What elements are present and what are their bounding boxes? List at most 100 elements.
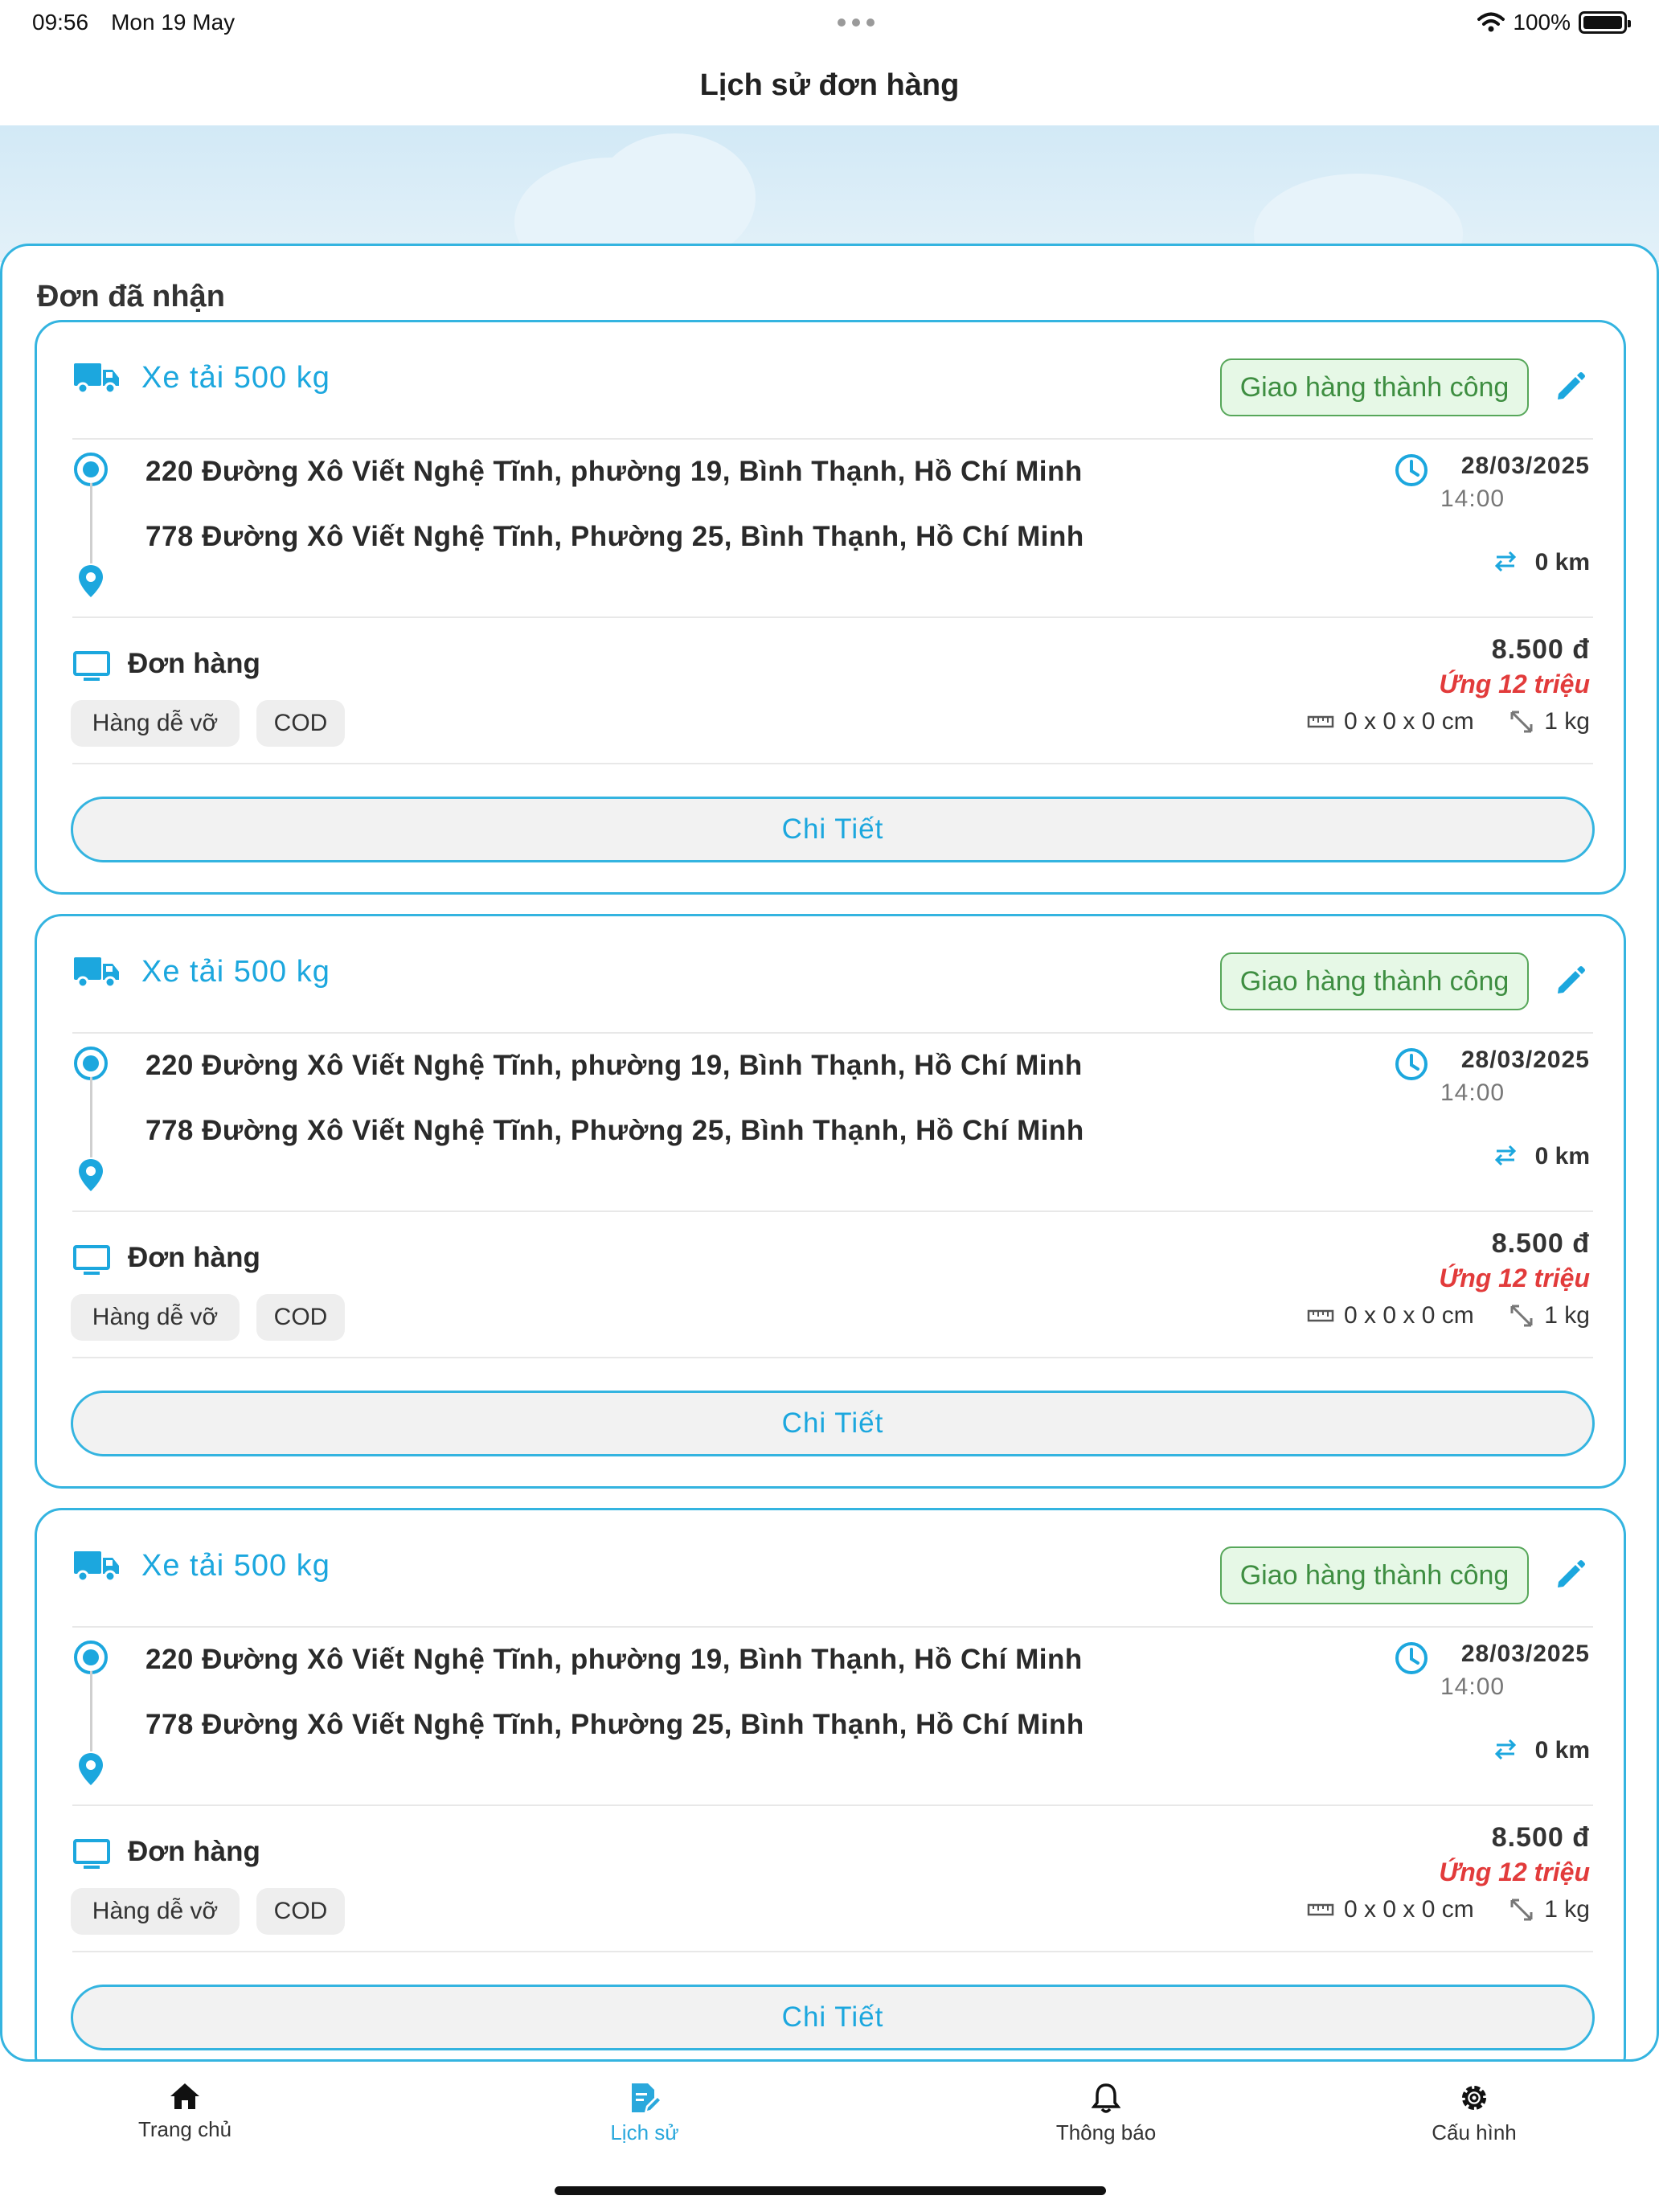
resize-arrows-icon <box>1510 711 1533 733</box>
gear-icon <box>1462 2086 1486 2110</box>
swap-arrows-icon <box>1492 551 1519 576</box>
divider <box>72 1626 1593 1628</box>
order-date: 28/03/2025 <box>1460 1641 1590 1667</box>
ruler-icon <box>1307 1309 1334 1322</box>
divider <box>72 1804 1593 1806</box>
tag-cod: COD <box>256 1888 345 1935</box>
dropoff-address: 778 Đường Xô Viết Nghệ Tĩnh, Phường 25, … <box>145 1115 1084 1146</box>
order-time: 14:00 <box>1440 485 1505 512</box>
resize-arrows-icon <box>1510 1899 1533 1921</box>
order-card[interactable]: Xe tải 500 kg Giao hàng thành công 220 Đ… <box>35 914 1626 1489</box>
truck-icon <box>72 1550 121 1583</box>
home-icon <box>170 2083 199 2109</box>
status-badge: Giao hàng thành công <box>1220 1546 1529 1604</box>
status-time: 09:56 <box>32 10 89 35</box>
dimensions: 0 x 0 x 0 cm <box>1307 1896 1474 1923</box>
package-label: Đơn hàng <box>128 1242 260 1273</box>
weight-value: 1 kg <box>1544 1302 1590 1329</box>
dropoff-address: 778 Đường Xô Viết Nghệ Tĩnh, Phường 25, … <box>145 521 1084 552</box>
sky-background <box>0 125 1659 262</box>
ruler-icon <box>1307 1903 1334 1916</box>
home-indicator[interactable] <box>555 2186 1106 2195</box>
swap-arrows-icon <box>1492 1739 1519 1763</box>
distance: 0 km <box>1534 1143 1590 1169</box>
cash-advance: Ứng 12 triệu <box>1439 670 1590 698</box>
map-pin-icon <box>77 1751 104 1791</box>
detail-button[interactable]: Chi Tiết <box>71 1985 1595 2050</box>
vehicle-type: Xe tải 500 kg <box>141 361 330 395</box>
orders-panel[interactable]: Đơn đã nhận Xe tải 500 kg Giao hàng thàn… <box>0 244 1659 2062</box>
weight-value: 1 kg <box>1544 708 1590 735</box>
tag-fragile: Hàng dễ vỡ <box>71 700 240 747</box>
swap-arrows-icon <box>1492 1145 1519 1169</box>
distance: 0 km <box>1534 1737 1590 1763</box>
battery-percent: 100% <box>1513 10 1571 35</box>
divider <box>72 438 1593 440</box>
nav-label-home: Trang chủ <box>137 2117 232 2141</box>
route-line <box>90 1671 92 1751</box>
resize-arrows-icon <box>1510 1305 1533 1327</box>
bell-icon <box>1092 2083 1120 2113</box>
order-time: 14:00 <box>1440 1079 1505 1106</box>
monitor-icon <box>72 1244 111 1280</box>
weight: 1 kg <box>1509 1896 1590 1923</box>
dropoff-address: 778 Đường Xô Viết Nghệ Tĩnh, Phường 25, … <box>145 1709 1084 1740</box>
dimensions-value: 0 x 0 x 0 cm <box>1344 1896 1474 1923</box>
pickup-address: 220 Đường Xô Viết Nghệ Tĩnh, phường 19, … <box>145 1644 1083 1675</box>
order-time: 14:00 <box>1440 1673 1505 1700</box>
nav-item-home[interactable]: Trang chủ <box>64 2082 305 2142</box>
truck-icon <box>72 956 121 989</box>
dimensions: 0 x 0 x 0 cm <box>1307 708 1474 735</box>
pickup-address: 220 Đường Xô Viết Nghệ Tĩnh, phường 19, … <box>145 456 1083 487</box>
status-bar: 09:56 Mon 19 May 100% <box>0 0 1659 45</box>
dimensions: 0 x 0 x 0 cm <box>1307 1302 1474 1329</box>
clock-icon <box>1394 1047 1429 1086</box>
pickup-address: 220 Đường Xô Viết Nghệ Tĩnh, phường 19, … <box>145 1050 1083 1081</box>
vehicle-type: Xe tải 500 kg <box>141 1549 330 1583</box>
edit-pencil-icon[interactable] <box>1555 1559 1587 1595</box>
status-badge: Giao hàng thành công <box>1220 358 1529 416</box>
nav-item-notifications[interactable]: Thông báo <box>985 2082 1227 2145</box>
distance: 0 km <box>1534 549 1590 576</box>
card-header: Xe tải 500 kg <box>72 1549 330 1583</box>
page-title: Lịch sử đơn hàng <box>699 68 960 102</box>
dimensions-value: 0 x 0 x 0 cm <box>1344 1302 1474 1329</box>
ruler-icon <box>1307 715 1334 728</box>
package-label: Đơn hàng <box>128 1836 260 1867</box>
status-date: Mon 19 May <box>111 10 236 35</box>
wifi-icon <box>1477 12 1505 32</box>
section-title: Đơn đã nhận <box>37 280 225 313</box>
tag-cod: COD <box>256 700 345 747</box>
detail-button[interactable]: Chi Tiết <box>71 1391 1595 1456</box>
multitasking-dots-icon[interactable] <box>838 18 875 27</box>
weight-value: 1 kg <box>1544 1896 1590 1923</box>
order-date: 28/03/2025 <box>1460 453 1590 479</box>
clock-icon <box>1394 1641 1429 1680</box>
edit-pencil-icon[interactable] <box>1555 965 1587 1001</box>
tag-fragile: Hàng dễ vỡ <box>71 1888 240 1935</box>
route-line <box>90 483 92 563</box>
card-header: Xe tải 500 kg <box>72 361 330 395</box>
map-pin-icon <box>77 563 104 603</box>
order-price: 8.500 đ <box>1491 1228 1590 1259</box>
divider <box>72 1032 1593 1034</box>
status-right: 100% <box>1477 10 1631 35</box>
detail-button[interactable]: Chi Tiết <box>71 797 1595 862</box>
order-card[interactable]: Xe tải 500 kg Giao hàng thành công 220 Đ… <box>35 1508 1626 2059</box>
tag-cod: COD <box>256 1294 345 1341</box>
nav-item-history[interactable]: Lịch sử <box>524 2082 765 2145</box>
monitor-icon <box>72 1838 111 1874</box>
order-card[interactable]: Xe tải 500 kg Giao hàng thành công 220 Đ… <box>35 320 1626 895</box>
weight: 1 kg <box>1509 708 1590 735</box>
monitor-icon <box>72 650 111 686</box>
card-header: Xe tải 500 kg <box>72 955 330 989</box>
battery-icon <box>1579 11 1631 34</box>
edit-pencil-icon[interactable] <box>1555 371 1587 407</box>
order-price: 8.500 đ <box>1491 1822 1590 1853</box>
package-label: Đơn hàng <box>128 648 260 679</box>
history-edit-icon <box>632 2083 660 2112</box>
nav-item-settings[interactable]: Cấu hình <box>1354 2082 1595 2145</box>
cash-advance: Ứng 12 triệu <box>1439 1264 1590 1292</box>
order-price: 8.500 đ <box>1491 634 1590 665</box>
status-left: 09:56 Mon 19 May <box>32 10 235 35</box>
